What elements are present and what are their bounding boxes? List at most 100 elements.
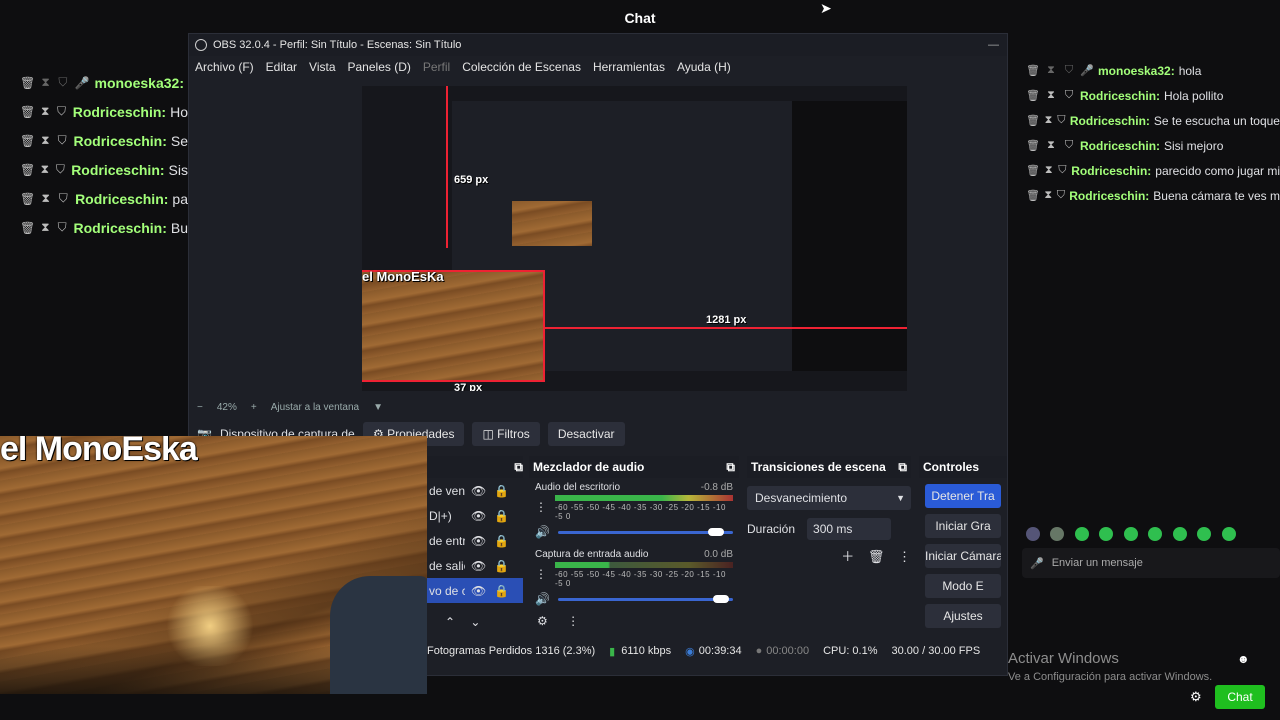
minimize-icon[interactable]: — [988,39,999,51]
emote-icon[interactable] [1148,527,1163,541]
filters-button[interactable]: ◫ Filtros [472,422,540,446]
trash-icon[interactable]: 🗑 [20,76,35,90]
volume-slider-knob[interactable] [707,527,724,536]
obs-preview-canvas[interactable]: 659 px 1281 px 37 px el MonoEsKa [362,86,907,391]
eye-icon[interactable]: 👁 [471,584,486,598]
hourglass-icon[interactable]: ⧗ [40,104,50,119]
menu-paneles[interactable]: Paneles (D) [348,60,411,74]
trash-icon[interactable]: 🗑 [1026,64,1040,77]
hourglass-icon[interactable]: ⧗ [40,220,51,235]
transition-select[interactable]: Desvanecimiento ▼ [747,486,911,510]
kebab-menu-icon[interactable]: ⋮ [898,549,911,564]
lock-icon[interactable]: 🔒 [494,534,509,548]
menu-ayuda[interactable]: Ayuda (H) [677,60,731,74]
source-order-controls: ⌃ ⌄ [427,615,523,629]
hourglass-icon[interactable]: ⧗ [1044,139,1058,152]
emote-icon[interactable] [1221,527,1236,541]
eye-icon[interactable]: 👁 [471,559,486,573]
trash-icon[interactable]: 🗑 [1026,89,1040,102]
move-up-icon[interactable]: ⌃ [445,615,455,629]
emote-icon[interactable] [1074,527,1089,541]
hourglass-icon[interactable]: ⧗ [1044,89,1058,102]
hourglass-icon[interactable]: ⧗ [40,75,51,90]
audio-channel-db: 0.0 dB [704,549,733,560]
emoji-icon[interactable]: ☻ [1237,652,1250,666]
source-item[interactable]: de salic 👁 🔒 [427,553,523,578]
kebab-menu-icon[interactable]: ⋮ [567,614,579,628]
chat-message-input[interactable]: 🎤 Enviar un mensaje [1022,548,1280,578]
lock-icon[interactable]: 🔒 [494,484,509,498]
chat-send-button[interactable]: Chat [1215,685,1265,709]
emote-icon[interactable] [1026,527,1040,541]
trash-icon[interactable]: 🗑 [1026,139,1040,152]
hourglass-icon[interactable]: ⧗ [1044,189,1053,202]
move-down-icon[interactable]: ⌄ [470,615,480,629]
lock-icon[interactable]: 🔒 [494,584,509,598]
gear-icon[interactable]: ⚙ [537,614,548,628]
menu-perfil[interactable]: Perfil [423,60,450,74]
menu-vista[interactable]: Vista [309,60,335,74]
hourglass-icon[interactable]: ⧗ [40,162,50,177]
emote-icon[interactable] [1172,527,1187,541]
emote-icon[interactable] [1050,527,1065,541]
kebab-menu-icon[interactable]: ⋮ [535,500,547,514]
studio-mode-button[interactable]: Modo E [925,574,1001,598]
emote-icon[interactable] [1197,527,1212,541]
trash-icon[interactable]: 🗑 [20,105,35,119]
hourglass-icon[interactable]: ⧗ [1044,164,1054,177]
menu-coleccion-escenas[interactable]: Colección de Escenas [462,60,581,74]
source-item[interactable]: de vent 👁 🔒 [427,478,523,503]
hourglass-icon[interactable]: ⧗ [1044,114,1053,127]
emote-icon[interactable] [1099,527,1114,541]
eye-icon[interactable]: 👁 [471,509,486,523]
trash-icon[interactable]: 🗑 [868,549,885,564]
menu-herramientas[interactable]: Herramientas [593,60,665,74]
eye-icon[interactable]: 👁 [471,484,486,498]
deactivate-button[interactable]: Desactivar [547,422,625,446]
chevron-down-icon[interactable]: ▼ [373,402,383,413]
lock-icon[interactable]: 🔒 [494,509,509,523]
trash-icon[interactable]: 🗑 [20,221,35,235]
start-recording-button[interactable]: Iniciar Gra [925,514,1001,538]
source-item-selected[interactable]: vo de c 👁 🔒 [427,578,523,603]
trash-icon[interactable]: 🗑 [20,192,35,206]
trash-icon[interactable]: 🗑 [20,163,35,177]
hourglass-icon[interactable]: ⧗ [40,133,51,148]
gear-icon[interactable]: ⚙ [1190,689,1202,705]
zoom-fit-select[interactable]: Ajustar a la ventana [271,402,359,413]
selected-webcam-source[interactable] [362,270,545,382]
settings-button[interactable]: Ajustes [925,604,1001,628]
speaker-icon[interactable]: 🔊 [535,525,550,539]
stop-streaming-button[interactable]: Detener Tra [925,484,1001,508]
lock-icon[interactable]: 🔒 [494,559,509,573]
zoom-out-button[interactable]: − [197,402,203,413]
trash-icon[interactable]: 🗑 [20,134,35,148]
duration-input[interactable]: 300 ms [807,518,892,540]
volume-slider[interactable] [557,527,733,536]
kebab-menu-icon[interactable]: ⋮ [535,567,547,581]
dock-undock-icon[interactable]: ⧉ [514,460,523,474]
menu-editar[interactable]: Editar [266,60,297,74]
source-item[interactable]: de entr 👁 🔒 [427,528,523,553]
zoom-in-button[interactable]: + [251,402,257,413]
filters-label: Filtros [497,427,530,441]
volume-slider-knob[interactable] [712,594,729,603]
menu-archivo[interactable]: Archivo (F) [195,60,254,74]
dock-undock-icon[interactable]: ⧉ [726,456,735,478]
trash-icon[interactable]: 🗑 [1026,114,1040,127]
dropped-frames: Fotogramas Perdidos 1316 (2.3%) [427,645,596,657]
start-virtual-camera-button[interactable]: Iniciar Cámara [925,544,1001,568]
source-item[interactable]: D|+) 👁 🔒 [427,503,523,528]
trash-icon[interactable]: 🗑 [1026,189,1040,202]
eye-icon[interactable]: 👁 [471,534,486,548]
hourglass-icon[interactable]: ⧗ [40,191,52,206]
emote-icon[interactable] [1123,527,1138,541]
plus-icon[interactable]: ＋ [841,549,854,564]
volume-slider[interactable] [557,594,733,603]
speaker-icon[interactable]: 🔊 [535,592,550,606]
dock-undock-icon[interactable]: ⧉ [898,456,907,478]
trash-icon[interactable]: 🗑 [1026,164,1040,177]
chat-username: Rodriceschin: [1080,138,1161,153]
mic-icon: 🎤 [1030,557,1044,570]
hourglass-icon[interactable]: ⧗ [1044,64,1058,77]
